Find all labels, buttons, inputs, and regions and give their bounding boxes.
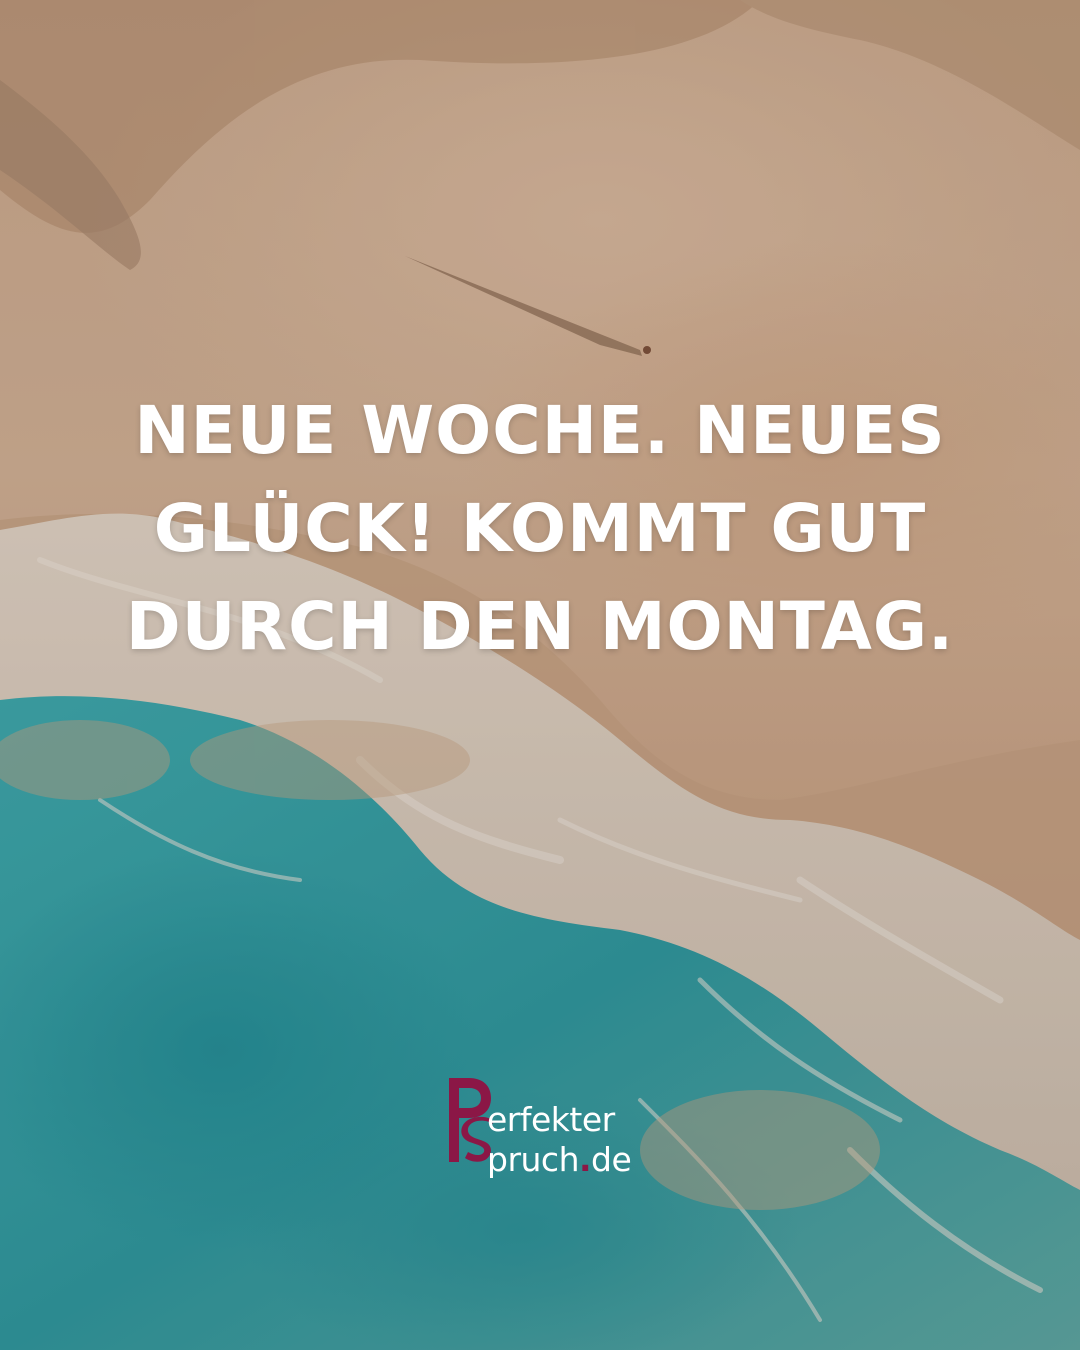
perfekter-spruch-logo: erfekter pruch.de (447, 1074, 647, 1178)
person-shadow (405, 256, 651, 356)
logo-text-word: pruch (487, 1140, 580, 1179)
quote-line-3: DURCH DEN MONTAG. (125, 588, 955, 665)
logo-text-line1: erfekter (487, 1100, 615, 1139)
sand-texture (0, 0, 1080, 270)
logo-dot: . (579, 1140, 592, 1179)
logo-text-line2: pruch.de (487, 1140, 632, 1179)
quote-text: NEUE WOCHE. NEUES GLÜCK! KOMMT GUT DURCH… (0, 382, 1080, 676)
quote-line-2: GLÜCK! KOMMT GUT (153, 490, 927, 567)
quote-line-1: NEUE WOCHE. NEUES (134, 392, 946, 469)
logo-tld: de (591, 1140, 632, 1179)
background-photo: NEUE WOCHE. NEUES GLÜCK! KOMMT GUT DURCH… (0, 0, 1080, 1350)
